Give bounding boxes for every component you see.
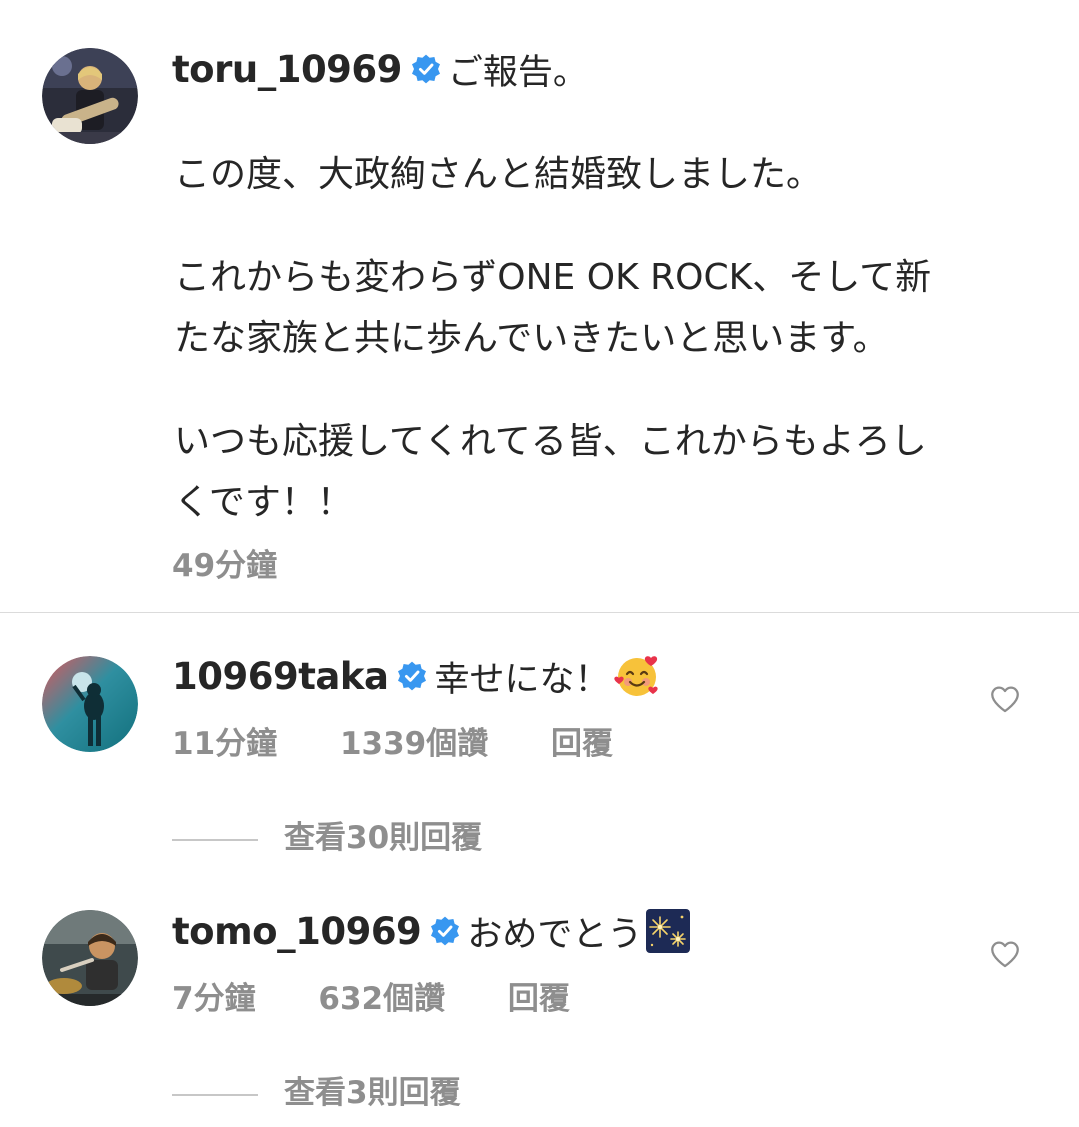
singer-avatar-icon [42, 656, 138, 752]
comment-text: おめでとう [467, 914, 643, 955]
post-author-avatar[interactable] [42, 48, 138, 144]
smiling-face-with-hearts-emoji-icon [614, 656, 659, 696]
drummer-avatar-icon [42, 910, 138, 1006]
comment-text: 幸せにな！ [434, 659, 610, 700]
guitarist-avatar-icon [42, 48, 138, 144]
view-replies-label: 查看3則回覆 [284, 1075, 461, 1111]
view-replies-button[interactable]: 查看3則回覆 [172, 1067, 461, 1112]
post-caption: この度、大政絢さんと結婚致しました。 これからも変わらずONE OK ROCK、… [174, 144, 1054, 533]
view-replies-button[interactable]: 查看30則回覆 [172, 812, 482, 857]
comment-timestamp: 7分鐘 [172, 981, 256, 1017]
comment-avatar[interactable] [42, 656, 138, 752]
comment: 10969taka 幸せにな！ [172, 650, 661, 702]
comment-username[interactable]: tomo_10969 [172, 910, 422, 953]
verified-badge-icon [398, 661, 427, 691]
reply-button[interactable]: 回覆 [551, 726, 613, 762]
caption-line: これからも変わらずONE OK ROCK、そして新 [174, 257, 932, 298]
reply-button[interactable]: 回覆 [508, 981, 570, 1017]
fireworks-emoji-icon [646, 909, 691, 953]
replies-dash [172, 1093, 258, 1096]
comment-avatar[interactable] [42, 910, 138, 1006]
caption-line: くです！！ [174, 482, 353, 523]
divider [0, 612, 1079, 613]
view-replies-label: 查看30則回覆 [284, 820, 483, 856]
like-heart-icon[interactable] [988, 937, 1022, 971]
caption-line: この度、大政絢さんと結婚致しました。 [174, 154, 823, 195]
verified-badge-icon [411, 54, 440, 84]
comment-likes[interactable]: 632個讚 [318, 981, 445, 1017]
caption-line: いつも応援してくれてる皆、これからもよろし [174, 421, 927, 462]
comment-timestamp: 11分鐘 [172, 726, 278, 762]
verified-badge-icon [431, 916, 460, 946]
comment-meta: 7分鐘 632個讚 回覆 [172, 973, 622, 1018]
comment: tomo_10969 おめでとう [172, 905, 692, 957]
post-author-username[interactable]: toru_10969 [172, 48, 402, 91]
caption-line: たな家族と共に歩んでいきたいと思います。 [174, 318, 889, 359]
caption-title: ご報告。 [447, 52, 588, 93]
comment-meta: 11分鐘 1339個讚 回覆 [172, 718, 665, 763]
replies-dash [172, 838, 258, 841]
like-heart-icon[interactable] [988, 682, 1022, 716]
comment-username[interactable]: 10969taka [172, 655, 389, 698]
post-timestamp: 49分鐘 [172, 548, 278, 584]
comment-likes[interactable]: 1339個讚 [340, 726, 488, 762]
